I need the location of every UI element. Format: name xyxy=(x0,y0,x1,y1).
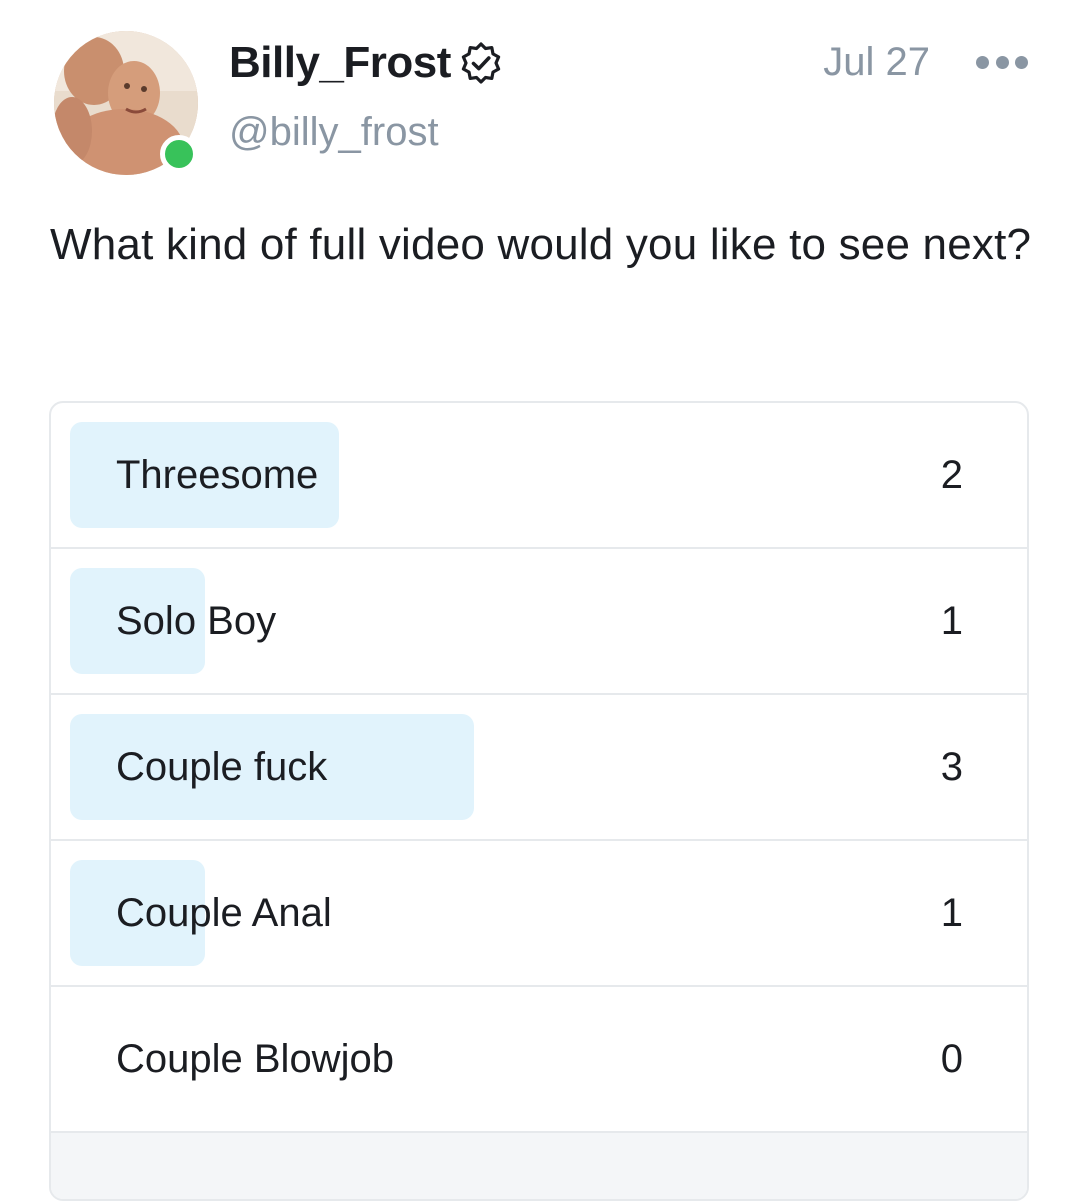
poll-option[interactable]: Couple Blowjob 0 xyxy=(51,987,1027,1133)
poll-option-label: Couple Blowjob xyxy=(116,1037,394,1081)
author-name-row[interactable]: Billy_Frost xyxy=(229,38,503,88)
poll-option[interactable]: Couple fuck 3 xyxy=(51,695,1027,841)
dot xyxy=(1015,55,1028,69)
avatar[interactable] xyxy=(54,31,198,175)
poll-option[interactable]: Threesome 2 xyxy=(51,403,1027,549)
poll-option-label: Solo Boy xyxy=(116,599,277,643)
poll: Threesome 2 Solo Boy 1 Couple fuck 3 Cou… xyxy=(49,401,1029,1201)
online-status-dot xyxy=(160,135,198,173)
poll-option[interactable]: Couple Anal 1 xyxy=(51,841,1027,987)
author-display-name[interactable]: Billy_Frost xyxy=(229,38,451,88)
post-text: What kind of full video would you like t… xyxy=(50,220,1032,269)
poll-option[interactable]: Solo Boy 1 xyxy=(51,549,1027,695)
poll-option-label: Threesome xyxy=(116,453,319,497)
poll-option-label: Couple Anal xyxy=(116,891,332,935)
poll-footer xyxy=(51,1133,1027,1199)
dot xyxy=(995,55,1009,69)
post-date[interactable]: Jul 27 xyxy=(823,40,930,85)
poll-option-count: 0 xyxy=(940,1037,963,1081)
post-card: Billy_Frost @billy_frost Jul 27 What kin… xyxy=(0,0,1080,1201)
verified-badge-icon xyxy=(459,41,503,85)
more-dots-icon[interactable] xyxy=(976,52,1028,72)
poll-option-count: 1 xyxy=(940,891,963,935)
poll-option-count: 2 xyxy=(940,453,963,497)
author-handle[interactable]: @billy_frost xyxy=(229,110,439,155)
dot xyxy=(976,55,989,69)
poll-option-count: 1 xyxy=(940,599,963,643)
poll-option-count: 3 xyxy=(940,745,963,789)
poll-option-label: Couple fuck xyxy=(116,745,328,789)
